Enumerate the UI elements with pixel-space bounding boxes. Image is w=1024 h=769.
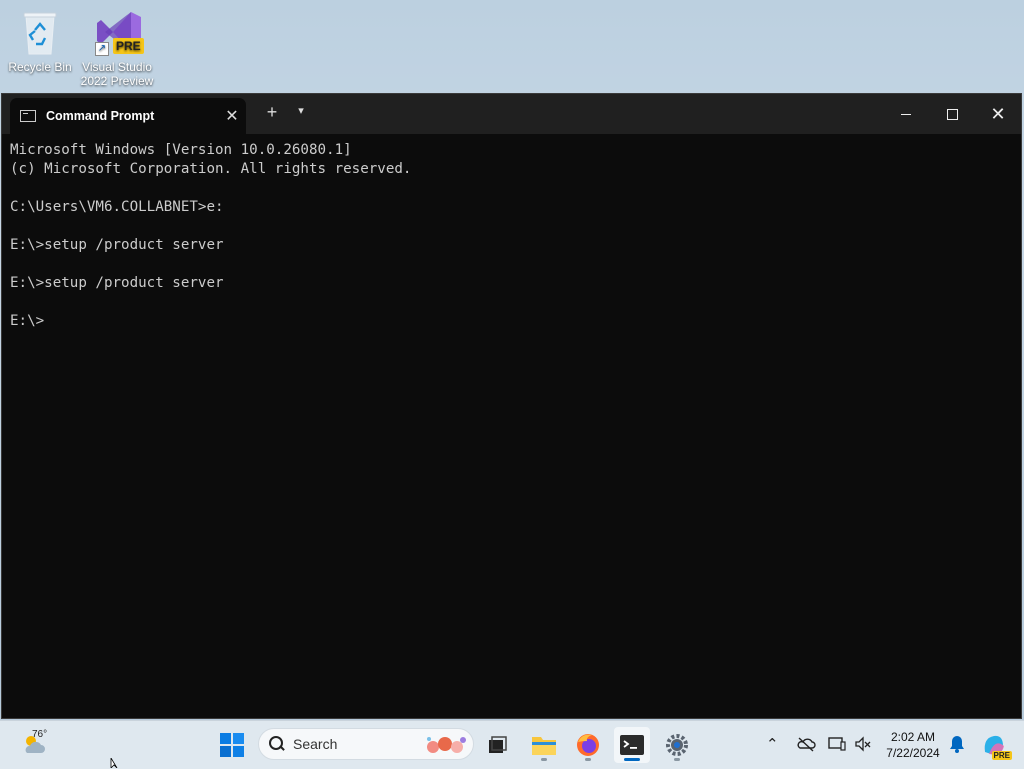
console-line: E:\>setup /product server	[10, 275, 224, 291]
taskbar-search[interactable]: Search	[258, 728, 474, 760]
tab-command-prompt[interactable]: Command Prompt ✕	[10, 98, 246, 134]
desktop-icon-label: 2022 Preview	[80, 74, 154, 88]
settings-button[interactable]	[659, 727, 695, 763]
settings-gear-icon	[666, 734, 688, 756]
minimize-icon	[901, 113, 911, 115]
running-indicator	[541, 758, 547, 761]
task-view-icon	[489, 736, 507, 753]
clock-date: 7/22/2024	[886, 746, 940, 760]
volume-muted-icon[interactable]	[854, 736, 872, 756]
close-button[interactable]: ✕	[975, 94, 1021, 134]
firefox-button[interactable]	[570, 727, 606, 763]
firefox-icon	[577, 734, 599, 756]
clock-time: 2:02 AM	[890, 730, 936, 744]
maximize-icon	[946, 108, 958, 120]
console-line: E:\>setup /product server	[10, 237, 224, 253]
file-explorer-button[interactable]	[526, 727, 562, 763]
close-icon: ✕	[990, 104, 1006, 124]
mouse-cursor-icon	[110, 758, 118, 768]
search-highlight-icon	[427, 737, 466, 753]
active-indicator	[624, 758, 640, 761]
recycle-bin-icon	[16, 6, 64, 58]
start-button[interactable]	[214, 727, 250, 763]
notification-bell-icon[interactable]	[949, 735, 965, 757]
running-indicator	[585, 758, 591, 761]
preview-badge: PRE	[113, 38, 144, 54]
minimize-button[interactable]	[883, 94, 929, 134]
chevron-down-icon[interactable]: ▾	[290, 104, 312, 117]
console-line: (c) Microsoft Corporation. All rights re…	[10, 161, 412, 177]
console-line: Microsoft Windows [Version 10.0.26080.1]	[10, 142, 352, 158]
desktop-icon-label: Visual Studio	[82, 60, 152, 74]
command-prompt-icon	[20, 110, 36, 122]
windows-start-icon	[220, 733, 244, 757]
weather-temperature: 76°	[32, 729, 48, 740]
task-view-button[interactable]	[480, 727, 516, 763]
copilot-preview-badge: PRE	[991, 751, 1012, 760]
terminal-window: Command Prompt ✕ + ▾ ✕ Microsoft Windows…	[1, 93, 1022, 719]
show-hidden-icons-chevron-up-icon[interactable]: ⌃	[766, 735, 779, 753]
console-output[interactable]: Microsoft Windows [Version 10.0.26080.1]…	[2, 134, 1021, 338]
close-tab-icon[interactable]: ✕	[218, 106, 246, 126]
shortcut-arrow-icon: ↗	[95, 42, 109, 56]
taskbar: 76° Search ⌃ 2:02 AM 7/22/2024 PRE	[0, 720, 1024, 769]
maximize-button[interactable]	[929, 94, 975, 134]
terminal-button[interactable]	[614, 727, 650, 763]
console-line: C:\Users\VM6.COLLABNET>e:	[10, 199, 224, 215]
network-display-icon[interactable]	[828, 736, 846, 756]
desktop-icon-label: Recycle Bin	[8, 60, 72, 74]
title-bar[interactable]: Command Prompt ✕ + ▾ ✕	[2, 94, 1021, 134]
copilot-button[interactable]: PRE	[976, 727, 1012, 763]
folder-icon	[532, 737, 556, 755]
terminal-icon	[620, 735, 644, 755]
desktop-icon-recycle-bin[interactable]: Recycle Bin	[2, 6, 78, 74]
onedrive-icon[interactable]	[796, 736, 816, 756]
search-placeholder: Search	[293, 736, 338, 752]
desktop-icon-visual-studio[interactable]: PRE ↗ Visual Studio 2022 Preview	[79, 6, 155, 88]
search-icon	[269, 736, 285, 752]
tab-title: Command Prompt	[46, 109, 155, 123]
visual-studio-icon: PRE ↗	[93, 6, 144, 58]
new-tab-button[interactable]: +	[260, 102, 284, 123]
system-clock[interactable]: 2:02 AM 7/22/2024	[876, 729, 950, 761]
console-line: E:\>	[10, 313, 45, 329]
running-indicator	[674, 758, 680, 761]
